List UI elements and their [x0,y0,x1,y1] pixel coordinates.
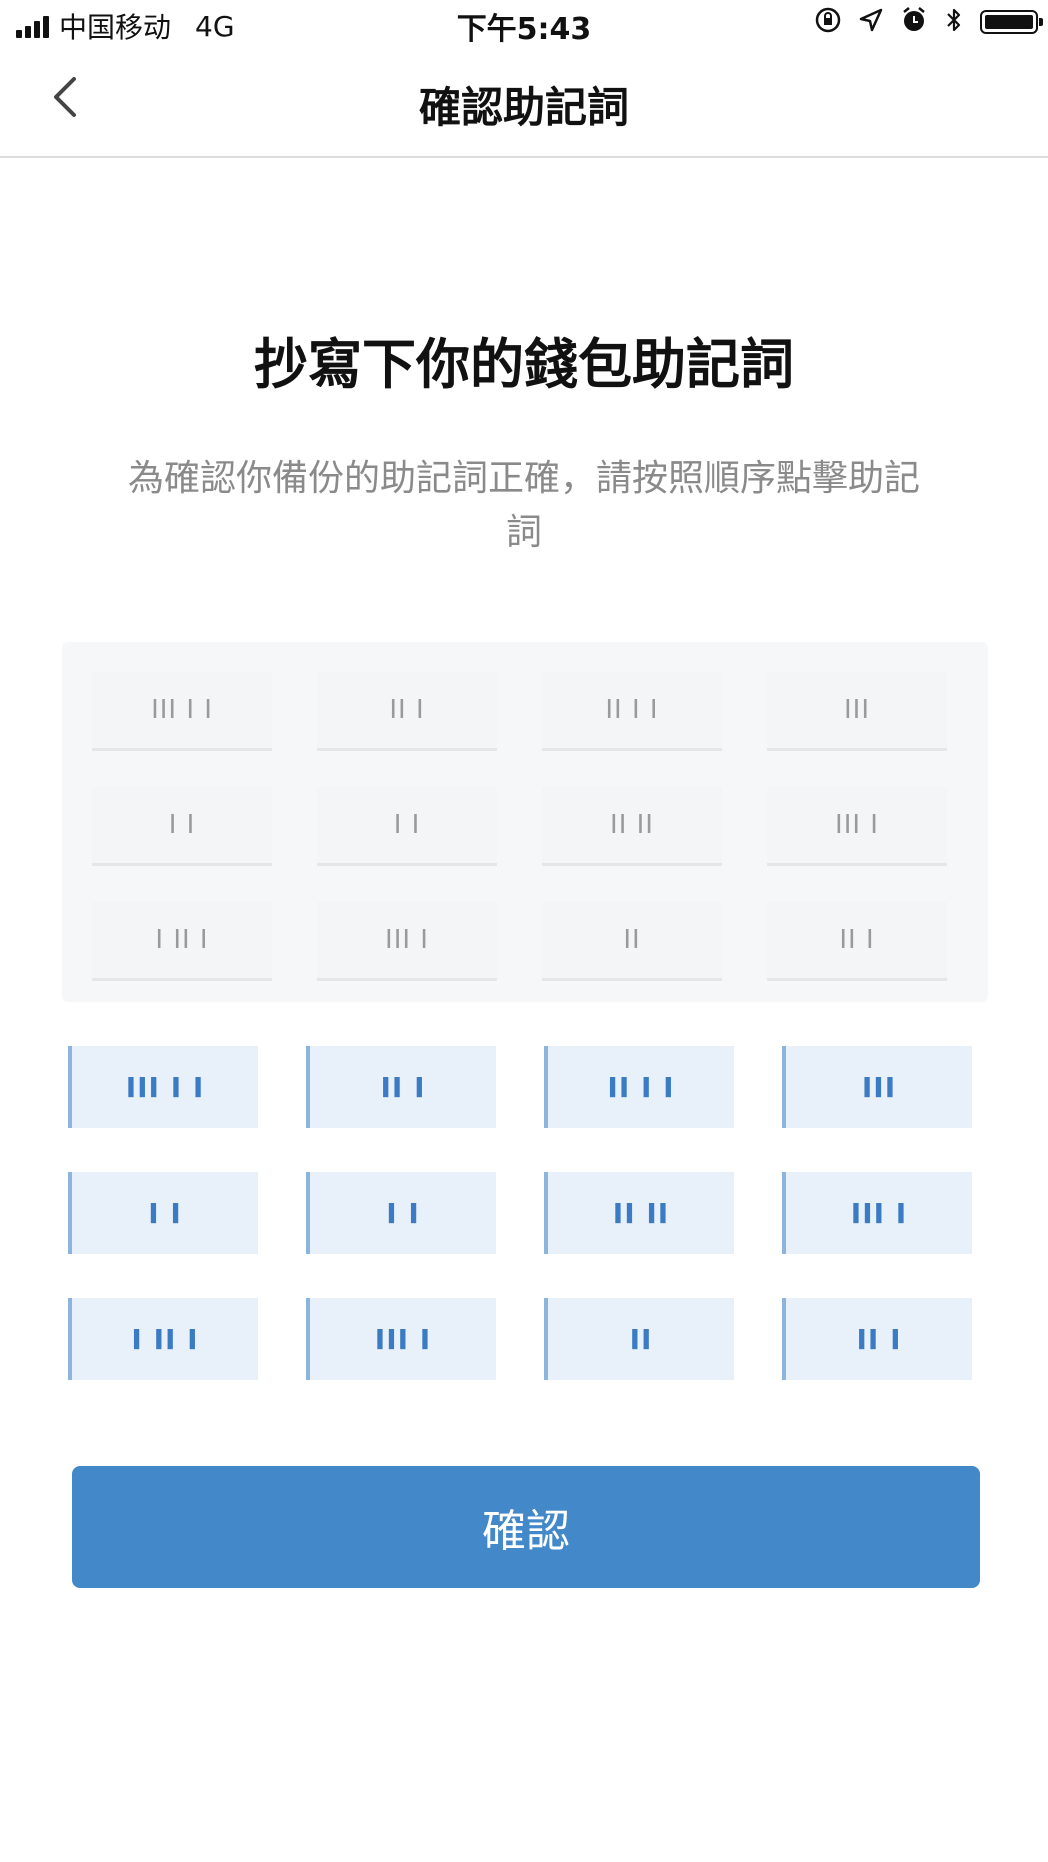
selected-word-slot[interactable]: I I [92,787,272,866]
word-tile[interactable]: III I [306,1298,496,1380]
word-tile[interactable]: II I [306,1046,496,1128]
selected-word-slot[interactable]: III I I [92,672,272,751]
alarm-icon [900,6,928,38]
selected-word-slot[interactable]: II [542,902,722,981]
word-tile[interactable]: II I I [544,1046,734,1128]
selected-words-grid: III I I II I II I I III I II I II II III II II… [92,672,947,981]
word-tile[interactable]: II I [782,1298,972,1380]
instruction-text: 為確認你備份的助記詞正確，請按照順序點擊助記詞 [127,458,920,553]
selected-word-slot[interactable]: II I [767,902,947,981]
page-title: 確認助記詞 [418,83,629,132]
word-tile[interactable]: II [544,1298,734,1380]
nav-bar: 確認助記詞 [0,44,1048,158]
selected-word-slot[interactable]: II I I [542,672,722,751]
word-tile[interactable]: II II [544,1172,734,1254]
word-tile[interactable]: I I [306,1172,496,1254]
status-bar: 中国移动 4G 下午5:43 [0,0,1048,47]
status-right [814,6,1043,38]
selected-word-slot[interactable]: III [767,672,947,751]
confirm-button[interactable]: 確認 [72,1466,980,1588]
battery-icon [980,10,1043,34]
word-tile[interactable]: III I [782,1172,972,1254]
selected-word-slot[interactable]: I I [317,787,497,866]
location-icon [858,7,884,37]
word-tile[interactable]: III [782,1046,972,1128]
selected-words-area: III I I II I II I I III I II I II II III II II… [62,642,988,1002]
selected-word-slot[interactable]: II I [317,672,497,751]
word-tiles-grid: III I I II I II I I III I II I II II III II II… [68,1046,972,1380]
word-tile[interactable]: I I [68,1172,258,1254]
selected-word-slot[interactable]: III I [317,902,497,981]
bluetooth-icon [944,6,964,38]
rotation-lock-icon [814,6,842,38]
headline: 抄寫下你的錢包助記詞 [254,333,794,396]
word-tile[interactable]: III I I [68,1046,258,1128]
selected-word-slot[interactable]: II II [542,787,722,866]
word-tile[interactable]: I II I [68,1298,258,1380]
selected-word-slot[interactable]: III I [767,787,947,866]
selected-word-slot[interactable]: I II I [92,902,272,981]
